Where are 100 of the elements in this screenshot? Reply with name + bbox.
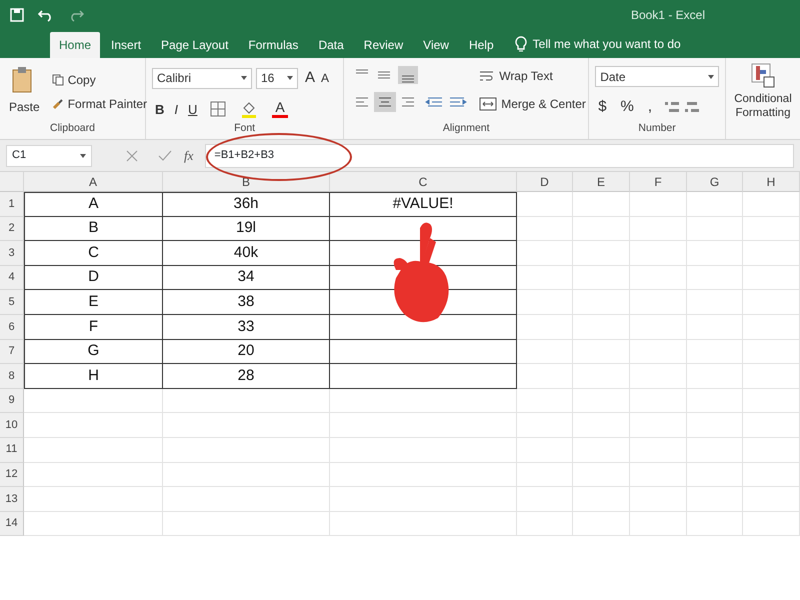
row-header[interactable]: 9 <box>0 388 24 414</box>
empty-cell <box>630 438 687 463</box>
row-header[interactable]: 7 <box>0 340 24 364</box>
column-header[interactable]: A <box>24 172 163 192</box>
font-size-button[interactable]: A <box>302 66 318 90</box>
copy-button[interactable]: Copy <box>48 70 150 90</box>
column-header[interactable]: H <box>743 172 800 192</box>
empty-cell <box>687 266 743 290</box>
row-header[interactable]: 8 <box>0 364 24 389</box>
row-header[interactable]: 1 <box>0 192 24 217</box>
ribbon-tab[interactable]: View <box>414 32 458 58</box>
row-header[interactable]: 14 <box>0 512 24 536</box>
row-header[interactable]: 5 <box>0 290 24 315</box>
empty-cell <box>517 487 573 512</box>
underline-button[interactable]: U <box>185 98 200 120</box>
empty-cell <box>573 388 630 414</box>
empty-cell <box>630 290 687 315</box>
empty-cell <box>743 266 800 290</box>
empty-cell <box>630 340 687 364</box>
copy-icon <box>52 74 64 86</box>
empty-cell <box>743 216 800 242</box>
caret-icon <box>708 74 714 78</box>
empty-cell <box>573 266 630 290</box>
formula-field[interactable]: =B1+B2+B3 <box>205 144 794 168</box>
column-header[interactable]: E <box>573 172 630 192</box>
column-header[interactable]: G <box>687 172 743 192</box>
borders-icon[interactable] <box>210 101 226 118</box>
bold-button[interactable]: B <box>152 98 168 120</box>
empty-cell <box>687 388 743 414</box>
ribbon-tab[interactable]: Formulas <box>239 32 308 58</box>
insert-function-button[interactable]: fx <box>184 146 194 166</box>
ribbon-tab[interactable]: Review <box>354 32 412 58</box>
table-cell: 38 <box>163 290 330 315</box>
undo-icon[interactable] <box>38 8 54 22</box>
ribbon-tab[interactable]: Help <box>460 32 503 58</box>
row-header[interactable]: 2 <box>0 216 24 242</box>
percent-button[interactable]: % <box>618 95 637 120</box>
empty-cell <box>517 241 573 266</box>
row-header[interactable]: 13 <box>0 487 24 512</box>
format-painter-button[interactable]: Format Painter <box>48 94 150 114</box>
table-cell: 40k <box>163 241 330 266</box>
row-header[interactable]: 11 <box>0 438 24 463</box>
paste-button[interactable]: Paste <box>6 62 43 122</box>
ribbon-tab[interactable]: Page Layout <box>152 32 238 58</box>
empty-cell <box>687 462 743 488</box>
number-format-dropdown[interactable]: Date <box>595 66 719 87</box>
empty-cell <box>630 192 687 217</box>
italic-button[interactable]: I <box>171 98 182 120</box>
save-icon[interactable] <box>10 8 24 22</box>
empty-cell <box>630 487 687 512</box>
empty-cell <box>517 388 573 414</box>
ribbon-tab[interactable]: Data <box>309 32 353 58</box>
lightbulb-icon <box>514 36 527 52</box>
font-color-button[interactable]: A <box>272 100 288 118</box>
empty-cell <box>630 216 687 242</box>
row-header[interactable]: 6 <box>0 314 24 340</box>
wrap-text-button[interactable]: Wrap Text <box>476 66 589 86</box>
conditional-formatting-button[interactable]: Conditional Formatting <box>732 62 794 120</box>
empty-cell <box>573 192 630 217</box>
column-header[interactable]: F <box>630 172 687 192</box>
table-cell: 33 <box>163 314 330 340</box>
enter-icon[interactable] <box>158 150 172 162</box>
empty-cell <box>687 413 743 438</box>
column-header[interactable]: D <box>517 172 573 192</box>
font-size-dropdown[interactable]: 16 <box>256 68 298 89</box>
font-size-button[interactable]: A <box>318 66 332 90</box>
empty-cell <box>743 364 800 389</box>
row-header[interactable]: 12 <box>0 462 24 488</box>
font-name-dropdown[interactable]: Calibri <box>152 68 252 89</box>
empty-cell <box>517 364 573 389</box>
empty-cell <box>573 438 630 463</box>
empty-cell <box>517 413 573 438</box>
empty-cell <box>573 487 630 512</box>
empty-cell <box>630 266 687 290</box>
table-cell: H <box>24 364 163 389</box>
caret-icon <box>241 76 247 80</box>
table-cell: D <box>24 266 163 290</box>
empty-cell <box>743 340 800 364</box>
ribbon-tab[interactable]: Home <box>50 32 100 58</box>
column-header[interactable]: C <box>330 172 517 192</box>
empty-cell <box>687 241 743 266</box>
fill-bucket-icon[interactable] <box>240 100 258 118</box>
empty-cell <box>743 512 800 536</box>
tell-me-search[interactable]: Tell me what you want to do <box>504 30 691 58</box>
cancel-icon[interactable] <box>126 150 138 162</box>
empty-cell <box>517 266 573 290</box>
comma-style-button[interactable]: , <box>644 95 656 120</box>
row-header[interactable]: 3 <box>0 241 24 266</box>
row-header[interactable]: 10 <box>0 413 24 438</box>
column-header[interactable]: B <box>163 172 330 192</box>
empty-cell <box>743 462 800 488</box>
empty-cell <box>687 512 743 536</box>
empty-cell <box>687 192 743 217</box>
caret-icon <box>287 76 293 80</box>
merge-center-button[interactable]: Merge & Center <box>476 94 589 114</box>
name-box[interactable]: C1 <box>6 144 92 166</box>
row-header[interactable]: 4 <box>0 266 24 290</box>
ribbon-tab[interactable]: Insert <box>102 32 150 58</box>
empty-cell <box>687 290 743 315</box>
currency-button[interactable]: $ <box>595 95 610 120</box>
